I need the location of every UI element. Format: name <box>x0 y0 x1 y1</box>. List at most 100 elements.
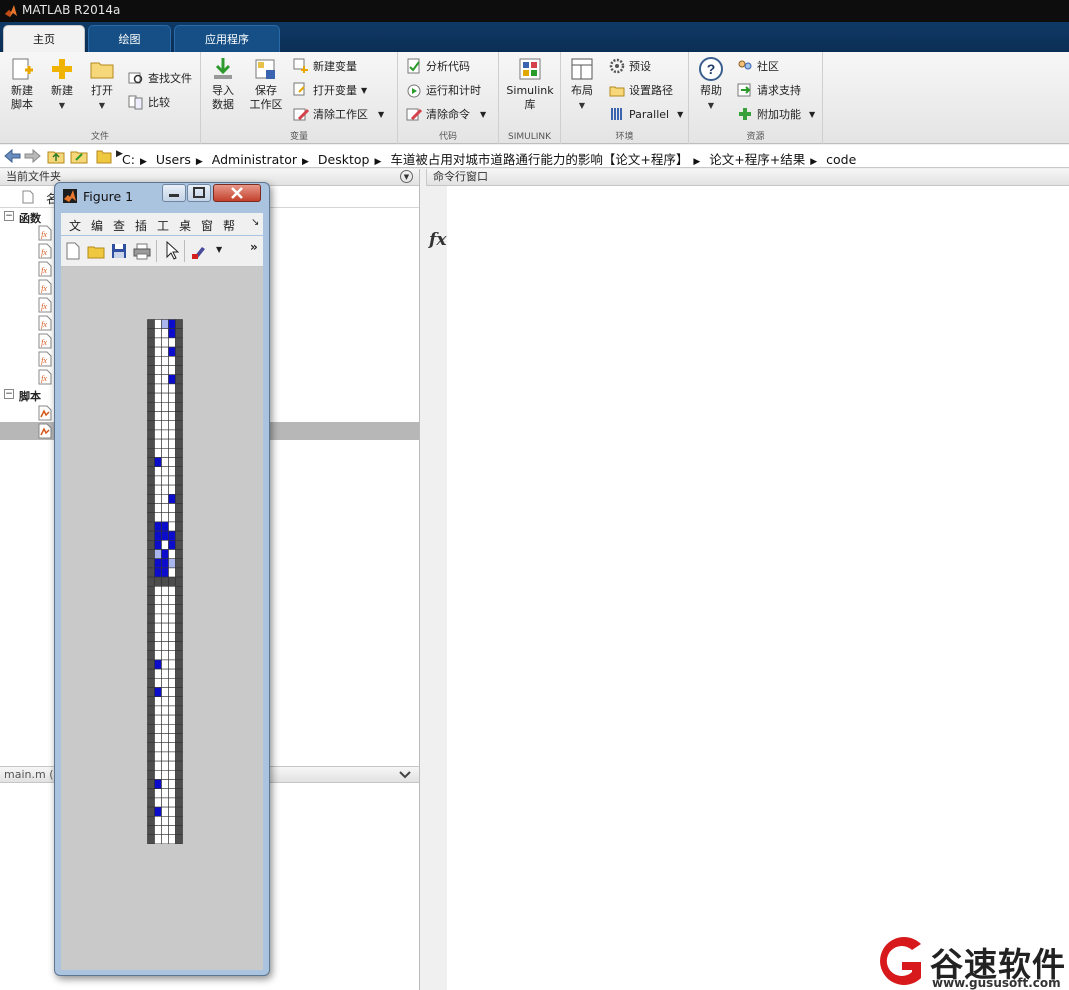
grid-cell-barrier <box>175 429 183 440</box>
layout-label: 布局 <box>571 84 593 97</box>
breadcrumb-item[interactable]: Users <box>156 152 191 167</box>
import-data-button[interactable]: 导入 数据 <box>204 56 242 112</box>
save-icon[interactable] <box>110 242 128 260</box>
function-file-icon[interactable]: fx <box>38 333 52 349</box>
grid-cell-empty <box>161 806 169 817</box>
grid-cell-barrier <box>175 585 183 596</box>
tab-home[interactable]: 主页 <box>3 25 85 52</box>
figure-menu-item[interactable]: 编 <box>91 217 103 234</box>
browse-folder-icon[interactable] <box>70 148 88 164</box>
forward-arrow-icon[interactable] <box>24 148 42 164</box>
minimize-button[interactable] <box>162 184 186 202</box>
grid-cell-empty <box>154 696 162 707</box>
run-and-time-button[interactable]: 运行和计时 <box>406 80 481 100</box>
figure-menu-item[interactable]: 文 <box>69 217 81 234</box>
function-file-icon[interactable]: fx <box>38 225 52 241</box>
grid-cell-empty <box>161 641 169 651</box>
new-variable-button[interactable]: 新建变量 <box>293 56 357 76</box>
breadcrumb-item[interactable]: Administrator <box>212 152 297 167</box>
simulink-library-button[interactable]: Simulink 库 <box>503 56 557 112</box>
tab-plots[interactable]: 绘图 <box>88 25 171 52</box>
parallel-button[interactable]: Parallel ▼ <box>609 104 683 124</box>
tab-apps[interactable]: 应用程序 <box>174 25 280 52</box>
grid-cell-empty <box>154 383 162 394</box>
command-window[interactable]: 命令行窗口 <box>426 169 1069 990</box>
brush-icon[interactable] <box>191 242 211 260</box>
preferences-button[interactable]: 预设 <box>609 56 651 76</box>
find-files-button[interactable]: 查找文件 <box>128 68 192 88</box>
request-support-button[interactable]: 请求支持 <box>737 80 801 100</box>
figure-canvas[interactable] <box>61 267 263 970</box>
figure-menu-item[interactable]: 插 <box>135 217 147 234</box>
figure-menu-item[interactable]: 窗 <box>201 217 213 234</box>
collapse-icon[interactable]: − <box>4 211 14 221</box>
up-folder-icon[interactable] <box>47 148 65 164</box>
clear-workspace-button[interactable]: 清除工作区 ▼ <box>293 104 384 124</box>
function-file-icon[interactable]: fx <box>38 261 52 277</box>
grid-cell-empty <box>168 815 176 826</box>
new-variable-label: 新建变量 <box>313 60 357 73</box>
grid-cell-vehicle <box>154 540 162 550</box>
new-script-button[interactable]: 新建 脚本 <box>3 56 41 112</box>
function-file-icon[interactable]: fx <box>38 351 52 367</box>
menu-overflow-icon[interactable]: ↘ <box>251 217 259 228</box>
grid-cell-barrier <box>147 714 155 725</box>
figure-menu-item[interactable]: 桌 <box>179 217 191 234</box>
analyze-code-icon <box>407 58 420 74</box>
gear-icon <box>609 58 625 74</box>
community-button[interactable]: 社区 <box>737 56 779 76</box>
toolbar-overflow-icon[interactable]: » <box>250 240 258 254</box>
clear-commands-label: 清除命令 <box>426 108 470 121</box>
analyze-code-button[interactable]: 分析代码 <box>406 56 470 76</box>
function-file-icon[interactable]: fx <box>38 279 52 295</box>
chevron-down-icon[interactable] <box>399 770 411 780</box>
breadcrumb-item[interactable]: 车道被占用对城市道路通行能力的影响【论文+程序】 <box>390 152 688 167</box>
function-file-icon[interactable]: fx <box>38 297 52 313</box>
chevron-down-icon[interactable]: ▼ <box>216 245 222 254</box>
grid-cell-empty <box>161 769 169 780</box>
figure-menu-item[interactable]: 帮 <box>223 217 235 234</box>
add-ons-button[interactable]: 附加功能 ▼ <box>737 104 815 124</box>
open-variable-button[interactable]: 打开变量 ▼ <box>293 80 367 100</box>
figure-menu-item[interactable]: 工 <box>157 217 169 234</box>
close-button[interactable] <box>213 184 261 202</box>
back-arrow-icon[interactable] <box>3 148 21 164</box>
breadcrumb-item[interactable]: code <box>826 152 856 167</box>
community-label: 社区 <box>757 60 779 73</box>
set-path-button[interactable]: 设置路径 <box>609 80 673 100</box>
clear-commands-button[interactable]: 清除命令 ▼ <box>406 104 486 124</box>
grid-cell-empty <box>161 429 169 440</box>
figure-menu-item[interactable]: 查 <box>113 217 125 234</box>
function-browser-icon[interactable]: fx <box>429 230 446 250</box>
grid-cell-empty <box>161 448 169 458</box>
open-file-icon[interactable] <box>87 242 105 260</box>
grid-cell-barrier <box>147 760 155 771</box>
save-workspace-button[interactable]: 保存 工作区 <box>244 56 288 112</box>
print-icon[interactable] <box>133 242 151 260</box>
new-button[interactable]: 新建 ▼ <box>43 56 81 113</box>
path-separator-icon: ▶ <box>810 157 818 167</box>
panel-menu-icon[interactable]: ▼ <box>400 170 413 183</box>
pointer-icon[interactable] <box>165 241 179 261</box>
function-file-icon[interactable]: fx <box>38 369 52 385</box>
breadcrumb: C: ▶ Users ▶ Administrator ▶ Desktop ▶ 车道被占用… <box>122 149 861 168</box>
breadcrumb-item[interactable]: C: <box>122 152 135 167</box>
grid-cell-empty <box>161 374 169 385</box>
grid-cell-barrier <box>147 420 155 431</box>
grid-cell-barrier <box>175 448 183 458</box>
grid-cell-empty <box>154 760 162 771</box>
title-bar: MATLAB R2014a <box>0 0 1069 22</box>
breadcrumb-item[interactable]: 论文+程序+结果 <box>709 152 805 167</box>
new-figure-icon[interactable] <box>65 242 81 260</box>
layout-button[interactable]: 布局 ▼ <box>563 56 601 113</box>
maximize-button[interactable] <box>187 184 211 202</box>
compare-button[interactable]: 比较 <box>128 92 170 112</box>
function-file-icon[interactable]: fx <box>38 243 52 259</box>
grid-cell-barrier <box>175 438 183 449</box>
breadcrumb-item[interactable]: Desktop <box>318 152 370 167</box>
function-file-icon[interactable]: fx <box>38 315 52 331</box>
figure-window[interactable]: Figure 1 文编查插工桌窗帮 ↘ ▼ » <box>54 182 270 976</box>
open-button[interactable]: 打开 ▼ <box>83 56 121 113</box>
help-button[interactable]: ? 帮助 ▼ <box>692 56 730 113</box>
collapse-icon[interactable]: − <box>4 389 14 399</box>
